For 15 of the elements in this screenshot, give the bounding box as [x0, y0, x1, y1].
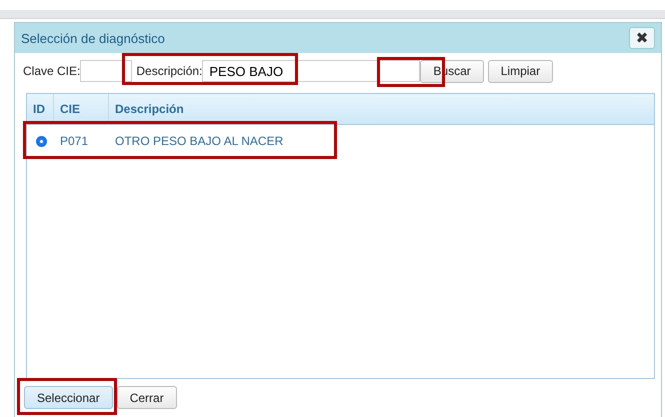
close-button[interactable]: ✖: [629, 27, 655, 49]
column-header: CIE: [54, 94, 109, 124]
window-title: Selección de diagnóstico: [21, 30, 165, 46]
description-field[interactable]: PESO BAJO: [202, 60, 420, 82]
field-label: Descripción:: [136, 64, 202, 78]
column-header: Descripción: [114, 101, 185, 118]
radio-button[interactable]: [36, 136, 47, 146]
table-cell-text: OTRO PESO BAJO AL NACER: [114, 134, 284, 148]
close-dialog-button[interactable]: Cerrar: [116, 386, 177, 409]
clear-button[interactable]: Limpiar: [488, 60, 554, 82]
field-label: Clave CIE:: [23, 64, 80, 78]
table-cell-text: P071: [59, 134, 90, 148]
select-button[interactable]: Seleccionar: [24, 386, 113, 409]
column-header: ID: [27, 94, 54, 124]
code-field[interactable]: [80, 60, 132, 82]
